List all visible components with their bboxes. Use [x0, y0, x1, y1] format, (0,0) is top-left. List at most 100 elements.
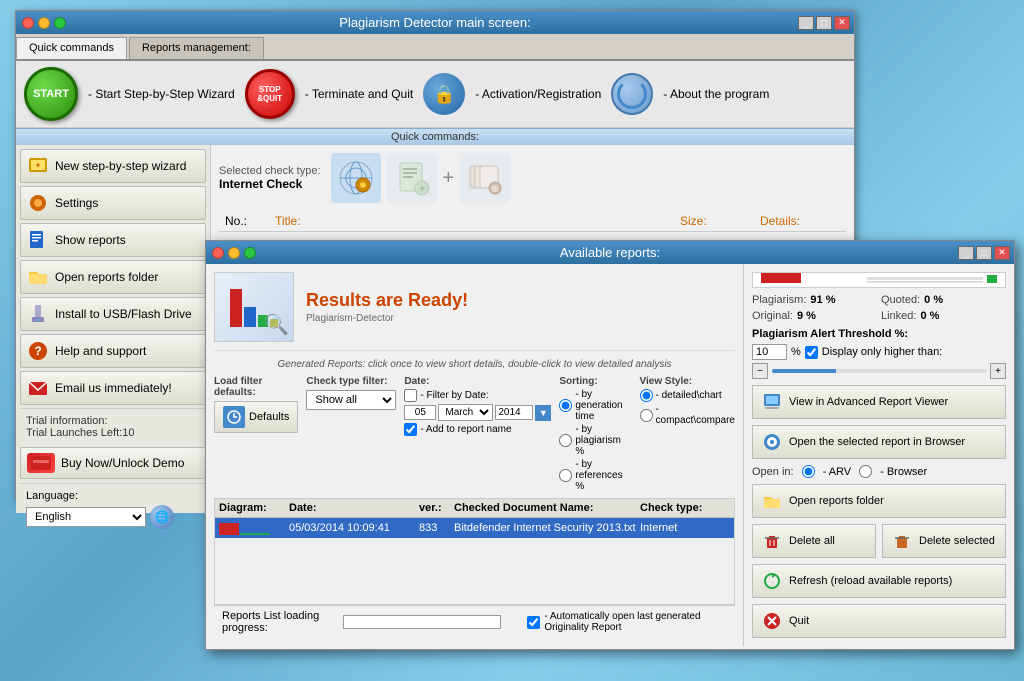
reports-icon	[27, 229, 49, 251]
start-button[interactable]: START	[24, 67, 78, 121]
check-type-filter-dropdown[interactable]: Show all	[306, 390, 396, 410]
buy-icon	[27, 453, 55, 473]
activation-label: - Activation/Registration	[475, 87, 601, 101]
minimize-button[interactable]: _	[798, 16, 814, 30]
main-toolbar: START - Start Step-by-Step Wizard STOP &…	[16, 61, 854, 128]
delete-selected-button[interactable]: Delete selected	[882, 524, 1006, 558]
delete-all-button[interactable]: Delete all	[752, 524, 876, 558]
sidebar-label-wizard: New step-by-step wizard	[55, 159, 186, 173]
view-compact-radio[interactable]	[640, 409, 653, 422]
reports-content: 🔍 Results are Ready! Plagiarism-Detector…	[206, 264, 1014, 646]
open-folder-button[interactable]: Open reports folder	[752, 484, 1006, 518]
view-detailed-radio[interactable]	[640, 389, 653, 402]
threshold-slider[interactable]	[772, 369, 986, 373]
check-type-header: Selected check type: Internet Check + + …	[219, 153, 846, 203]
sort-references-radio[interactable]	[559, 469, 572, 482]
close-button[interactable]: ✕	[834, 16, 850, 30]
open-arv-radio[interactable]	[802, 465, 815, 478]
report-row[interactable]: 05/03/2014 10:09:41 833 Bitdefender Inte…	[215, 518, 734, 538]
diagram-line	[240, 533, 270, 535]
slider-plus-button[interactable]: +	[990, 363, 1006, 379]
auto-open-checkbox[interactable]	[527, 616, 540, 629]
results-header: 🔍 Results are Ready! Plagiarism-Detector	[214, 272, 735, 351]
calendar-button[interactable]: ▼	[535, 405, 551, 421]
date-year-input[interactable]	[495, 405, 533, 420]
bar-blue	[244, 307, 256, 327]
plagiarism-chart	[752, 272, 1006, 288]
open-browser-radio[interactable]	[859, 465, 872, 478]
tab-reports-management[interactable]: Reports management:	[129, 37, 264, 59]
sidebar-btn-settings[interactable]: Settings	[20, 186, 206, 220]
sidebar-btn-usb[interactable]: Install to USB/Flash Drive	[20, 297, 206, 331]
sort-plagiarism-radio[interactable]	[559, 434, 572, 447]
sidebar-btn-reports[interactable]: Show reports	[20, 223, 206, 257]
sidebar-btn-help[interactable]: ? Help and support	[20, 334, 206, 368]
reports-minimize-button[interactable]: _	[958, 246, 974, 260]
wizard-toolbar-item[interactable]: - Start Step-by-Step Wizard	[88, 87, 235, 101]
date-filter-group: Date: - Filter by Date: March ▼	[404, 376, 551, 436]
terminate-toolbar-item[interactable]: - Terminate and Quit	[305, 87, 414, 101]
add-to-report-row: - Add to report name	[404, 423, 551, 436]
stats-grid: Plagiarism: 91 % Quoted: 0 % Original: 9…	[752, 294, 1006, 322]
add-to-report-checkbox[interactable]	[404, 423, 417, 436]
threshold-checkbox[interactable]	[805, 346, 818, 359]
internet-check-icon[interactable]	[331, 153, 381, 203]
language-dropdown[interactable]: English	[26, 507, 146, 527]
report-table: Diagram: Date: ver.: Checked Document Na…	[214, 498, 735, 605]
defaults-button[interactable]: Defaults	[214, 401, 298, 433]
filter-by-date-checkbox[interactable]	[404, 389, 417, 402]
date-day-input[interactable]	[404, 405, 436, 420]
sidebar-btn-open-folder[interactable]: Open reports folder	[20, 260, 206, 294]
results-heading: Results are Ready!	[306, 290, 468, 311]
doc-check-icon[interactable]: +	[387, 153, 437, 203]
maximize-light[interactable]	[54, 17, 66, 29]
reports-maximize-light[interactable]	[244, 247, 256, 259]
sorting-group: Sorting: - by generation time - by plagi…	[559, 376, 631, 492]
load-defaults-group: Load filter defaults: Defaults	[214, 376, 298, 433]
open-folder-icon	[761, 490, 783, 512]
tabs-bar: Quick commands Reports management:	[16, 34, 854, 61]
plus-icon: +	[443, 167, 455, 190]
open-browser-button[interactable]: Open the selected report in Browser	[752, 425, 1006, 459]
activation-toolbar-item[interactable]: - Activation/Registration	[475, 87, 601, 101]
view-advanced-button[interactable]: View in Advanced Report Viewer	[752, 385, 1006, 419]
filter-by-date-row: - Filter by Date:	[404, 389, 551, 402]
reports-minimize-light[interactable]	[228, 247, 240, 259]
sidebar-btn-email[interactable]: Email us immediately!	[20, 371, 206, 405]
quit-icon	[761, 610, 783, 632]
reports-restore-button[interactable]: □	[976, 246, 992, 260]
quick-commands-label: Quick commands:	[16, 128, 854, 145]
sidebar: ✦ New step-by-step wizard Settings Show …	[16, 145, 211, 513]
multi-check-icon[interactable]: ⊕	[460, 153, 510, 203]
language-select-row: English 🌐	[26, 505, 200, 529]
sidebar-btn-wizard[interactable]: ✦ New step-by-step wizard	[20, 149, 206, 183]
advanced-viewer-icon	[761, 391, 783, 413]
main-table-header: No.: Title: Size: Details:	[219, 211, 846, 232]
stop-button[interactable]: STOP &QUIT	[245, 69, 295, 119]
buy-button[interactable]: Buy Now/Unlock Demo	[20, 447, 206, 479]
svg-text:⊕: ⊕	[491, 184, 499, 195]
threshold-input[interactable]	[752, 344, 787, 360]
date-month-select[interactable]: March	[438, 404, 493, 421]
refresh-button[interactable]: Refresh (reload available reports)	[752, 564, 1006, 598]
minimize-light[interactable]	[38, 17, 50, 29]
reports-right-panel: Plagiarism: 91 % Quoted: 0 % Original: 9…	[744, 264, 1014, 646]
quit-button[interactable]: Quit	[752, 604, 1006, 638]
generated-note: Generated Reports: click once to view sh…	[214, 359, 735, 370]
buy-label: Buy Now/Unlock Demo	[61, 456, 184, 470]
restore-button[interactable]: □	[816, 16, 832, 30]
slider-minus-button[interactable]: −	[752, 363, 768, 379]
globe-button[interactable]: 🌐	[150, 505, 174, 529]
close-light[interactable]	[22, 17, 34, 29]
defaults-icon	[223, 406, 245, 428]
sort-references-row: - by references %	[559, 459, 631, 492]
about-toolbar-item[interactable]: - About the program	[663, 87, 769, 101]
reports-close-light[interactable]	[212, 247, 224, 259]
wizard-icon: ✦	[27, 155, 49, 177]
sort-generation-radio[interactable]	[559, 399, 572, 412]
browser-icon	[761, 431, 783, 453]
chart-bars-container	[753, 273, 1005, 287]
tab-quick-commands[interactable]: Quick commands	[16, 37, 127, 59]
reports-close-button[interactable]: ✕	[994, 246, 1010, 260]
usb-icon	[27, 303, 49, 325]
